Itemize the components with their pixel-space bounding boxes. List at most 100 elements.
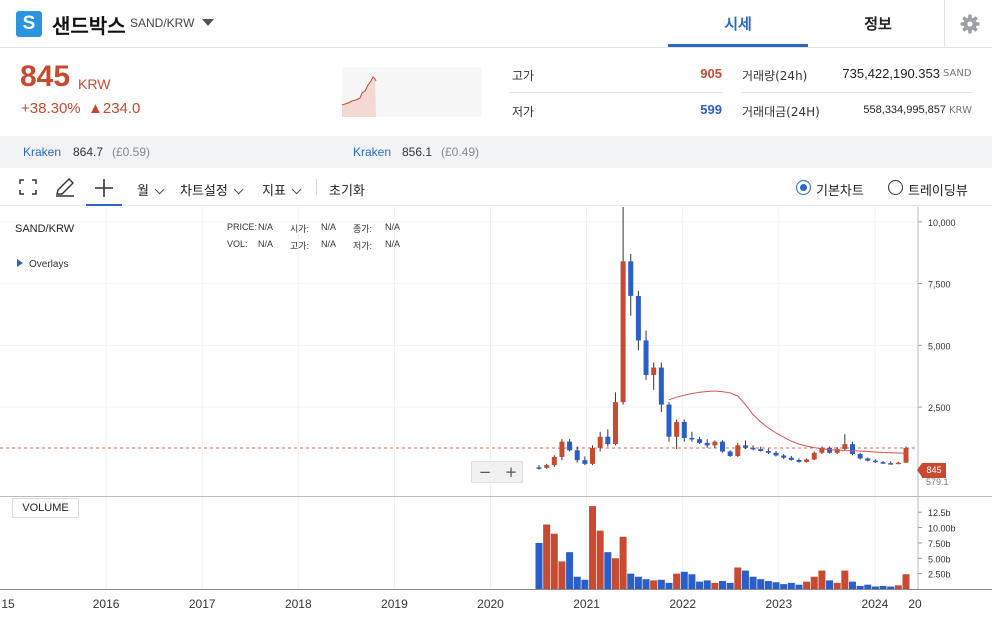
tradingview-label[interactable]: 트레이딩뷰 <box>908 180 968 199</box>
settings-button[interactable] <box>944 0 992 48</box>
exchange-name[interactable]: Kraken <box>353 145 391 159</box>
volume-bar <box>673 573 681 589</box>
chart-settings-menu[interactable]: 차트설정 <box>180 180 244 199</box>
volume-bar <box>688 574 696 589</box>
volume-bar <box>848 581 856 589</box>
close-legend-value: N/A <box>385 222 401 232</box>
price-legend-value: N/A <box>258 222 274 232</box>
exchange-price: 864.7 <box>73 145 104 159</box>
candle-body <box>605 436 611 445</box>
y-tick-label: 10,000 <box>928 218 956 228</box>
candle-body <box>773 452 779 456</box>
candle-body <box>567 441 573 451</box>
volume-tick-label: 2.50b <box>928 570 951 580</box>
coin-pair[interactable]: SAND/KRW <box>130 16 194 30</box>
candle-body <box>842 444 848 450</box>
volume-bar <box>611 558 619 589</box>
candle-body <box>635 295 641 341</box>
indicators-label: 지표 <box>262 184 286 199</box>
volume-bar <box>902 574 910 589</box>
amount-label: 거래대금(24H) <box>742 105 820 119</box>
tab-info[interactable]: 정보 <box>808 0 948 47</box>
fullscreen-icon <box>19 179 37 195</box>
low-value: 599 <box>700 102 722 117</box>
candle-body <box>697 439 703 443</box>
volume-bar <box>696 581 704 589</box>
candle-body <box>796 459 802 462</box>
volume-unit: SAND <box>943 68 972 79</box>
x-tick-label: 2022 <box>669 597 696 611</box>
gear-icon <box>960 14 980 34</box>
candle-body <box>880 462 886 464</box>
volume-tick-label: 12.5b <box>928 508 951 518</box>
exchange-diff: (£0.49) <box>441 145 480 159</box>
volume-bar <box>535 542 543 589</box>
zoom-out-button[interactable]: − <box>472 462 498 482</box>
candle-body <box>590 447 596 464</box>
period-select[interactable]: 월 <box>137 180 165 199</box>
candle-body <box>681 421 687 438</box>
volume-bar <box>642 579 650 589</box>
candle-body <box>704 442 710 446</box>
high-label: 고가 <box>512 69 535 83</box>
volume-bar <box>558 561 566 589</box>
reset-button[interactable]: 초기화 <box>329 180 365 199</box>
sandbox-logo: S <box>16 11 42 37</box>
chart-canvas[interactable]: 15 2016 2017 2018 2019 2020 2021 2022 2023 2024 20… <box>0 207 992 618</box>
price-unit: KRW <box>78 76 111 92</box>
crosshair-button[interactable] <box>86 174 122 206</box>
zoom-in-button[interactable]: + <box>498 462 524 482</box>
volume-bar <box>596 530 604 589</box>
x-tick-label: 2020 <box>477 597 504 611</box>
candle-body <box>666 404 672 437</box>
volume-bar <box>871 586 879 589</box>
volume-bar <box>818 570 826 589</box>
basic-chart-label[interactable]: 기본차트 <box>816 180 864 199</box>
price-chart[interactable]: 15 2016 2017 2018 2019 2020 2021 2022 2023 2024 20… <box>0 207 992 618</box>
mini-sparkline <box>341 67 482 117</box>
candle-body <box>643 340 649 375</box>
volume-bar <box>734 567 742 589</box>
volume-bar <box>749 576 757 589</box>
change-percent: +38.30% <box>21 100 81 117</box>
fullscreen-button[interactable] <box>14 174 42 200</box>
volume-tick-label: 5.00b <box>928 554 951 564</box>
price-legend-label: PRICE: <box>227 222 258 232</box>
exchange-strip: Kraken 864.7 (£0.59) Kraken 856.1 (£0.49… <box>0 136 992 168</box>
candle-body <box>758 449 764 452</box>
candle-body <box>689 437 695 440</box>
candle-body <box>582 460 588 464</box>
current-price: 845 <box>20 60 71 93</box>
draw-button[interactable] <box>51 174 79 200</box>
moving-average-line <box>668 390 907 454</box>
volume-bar <box>550 533 558 589</box>
app-header: S 샌드박스 SAND/KRW 시세 정보 <box>0 0 992 48</box>
volume-bar <box>566 552 574 589</box>
volume-panel-button[interactable]: VOLUME <box>12 498 79 518</box>
volume-bar <box>757 579 765 589</box>
candle-body <box>781 455 787 458</box>
volume-tick-label: 10.00b <box>928 524 956 534</box>
x-tick-label: 2017 <box>189 597 216 611</box>
tradingview-radio[interactable] <box>888 180 903 195</box>
y-tick-label: 5,000 <box>928 341 951 351</box>
volume-bar <box>619 536 627 589</box>
change-amount: ▲234.0 <box>88 100 141 117</box>
candle-body <box>651 367 657 375</box>
volume-bar <box>703 580 711 589</box>
tab-quote[interactable]: 시세 <box>668 0 808 47</box>
candle-body <box>712 441 718 446</box>
coin-dropdown-icon[interactable] <box>202 19 214 26</box>
candle-body <box>612 402 618 445</box>
indicators-menu[interactable]: 지표 <box>262 180 302 199</box>
coin-name[interactable]: 샌드박스 <box>52 10 126 39</box>
candle-body <box>727 451 733 456</box>
volume-bar <box>772 582 780 589</box>
exchange-name[interactable]: Kraken <box>23 145 61 159</box>
overlays-toggle[interactable]: Overlays <box>17 259 68 270</box>
basic-chart-radio[interactable] <box>796 180 811 195</box>
volume-bar <box>711 582 719 589</box>
candle-body <box>857 454 863 459</box>
candle-body <box>574 450 580 461</box>
candle-body <box>888 463 894 465</box>
